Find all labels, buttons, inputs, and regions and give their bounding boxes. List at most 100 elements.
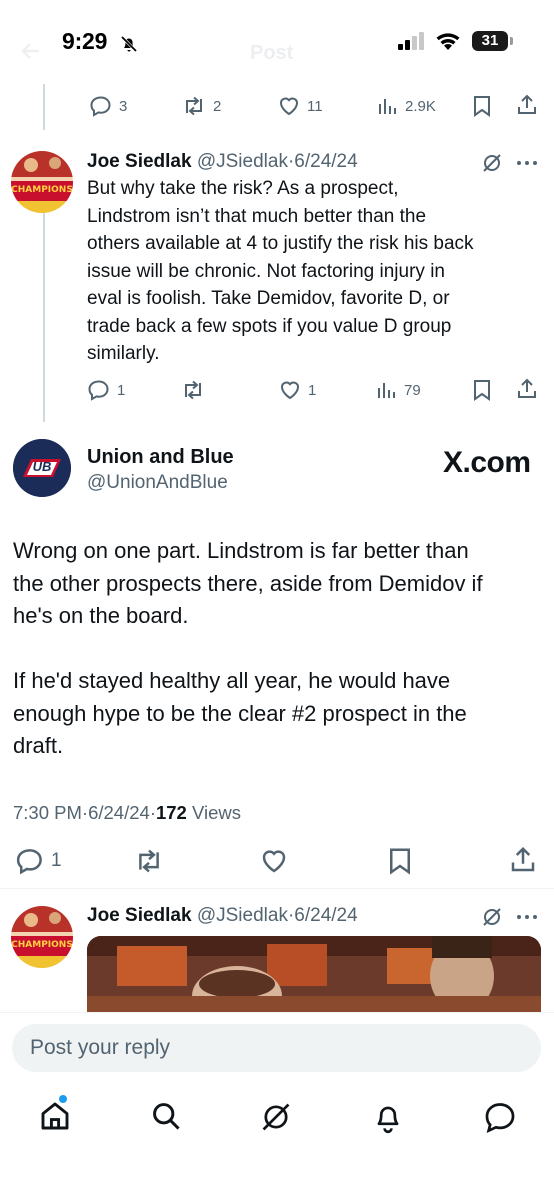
- grok-icon[interactable]: [481, 152, 503, 174]
- wifi-icon: [435, 31, 461, 51]
- text-line: eval is foolish. Take Demidov, favorite …: [87, 288, 450, 309]
- views-action[interactable]: 2.9K: [377, 94, 436, 118]
- reply-action[interactable]: 1: [15, 846, 62, 876]
- avatar-text: CHAMPIONS: [11, 185, 73, 195]
- status-time: 9:29: [62, 28, 108, 54]
- text-line: issue will be chronic. Not factoring inj…: [87, 260, 445, 282]
- grok-icon[interactable]: [481, 906, 503, 928]
- more-options-icon[interactable]: [516, 914, 538, 920]
- views-action[interactable]: 79: [376, 378, 421, 402]
- views-count: 79: [404, 381, 421, 399]
- notifications-icon[interactable]: [372, 1100, 404, 1134]
- share-button[interactable]: [508, 845, 538, 875]
- reply-header: Joe Siedlak @JSiedlak·6/24/24: [87, 904, 358, 928]
- battery-cap: [510, 37, 513, 45]
- reply-count: 1: [51, 850, 62, 871]
- source-watermark: X.com: [443, 446, 531, 479]
- bookmark-button[interactable]: [471, 94, 493, 118]
- home-icon[interactable]: [37, 1098, 73, 1134]
- thread-line: [43, 200, 45, 422]
- views-icon: [379, 99, 396, 114]
- views-icon: [378, 383, 395, 398]
- author-name[interactable]: Joe Siedlak: [87, 905, 192, 926]
- search-icon[interactable]: [150, 1100, 182, 1132]
- views-count: 2.9K: [405, 97, 436, 115]
- views-count: 172: [155, 802, 187, 823]
- author-name[interactable]: Union and Blue: [87, 446, 234, 469]
- reply-body: But why take the risk? As a prospect, Li…: [87, 175, 547, 368]
- post-meta: 7:30 PM·6/24/24·172 Views: [13, 802, 241, 824]
- share-icon: [518, 378, 536, 398]
- reply-count: 3: [119, 97, 128, 115]
- avatar[interactable]: UB: [13, 439, 71, 497]
- post-date: 6/24/24: [88, 802, 150, 823]
- repost-button[interactable]: [133, 846, 165, 876]
- repost-icon: [186, 96, 202, 116]
- bookmark-icon: [474, 380, 490, 401]
- share-button[interactable]: [515, 93, 539, 117]
- avatar[interactable]: CHAMPIONS: [11, 151, 73, 213]
- silent-mode-icon: [119, 34, 139, 54]
- bookmark-icon: [390, 848, 410, 875]
- text-line: Lindstrom isn’t that much better than th…: [87, 205, 427, 227]
- text-line: he's on the board.: [13, 603, 189, 628]
- like-count: 11: [307, 97, 323, 115]
- more-options-icon[interactable]: [516, 160, 538, 166]
- divider: [0, 1012, 554, 1013]
- repost-action[interactable]: [180, 378, 212, 402]
- battery-indicator: 31: [472, 31, 508, 51]
- like-count: 1: [308, 381, 317, 399]
- signal-icon: [398, 32, 426, 50]
- author-name[interactable]: Joe Siedlak: [87, 151, 192, 172]
- text-line: But why take the risk? As a prospect,: [87, 178, 399, 199]
- views-label[interactable]: Views: [192, 802, 241, 823]
- reply-action[interactable]: 1: [87, 378, 125, 402]
- share-button[interactable]: [515, 377, 539, 401]
- like-action[interactable]: 11: [277, 94, 323, 118]
- comment-icon: [88, 380, 109, 401]
- notification-dot: [59, 1095, 67, 1103]
- divider: [0, 888, 554, 889]
- text-line: the other prospects there, aside from De…: [13, 570, 483, 596]
- share-icon: [518, 94, 536, 114]
- text-line: enough hype to be the clear #2 prospect …: [13, 700, 467, 726]
- comment-icon: [16, 849, 42, 875]
- messages-icon[interactable]: [483, 1101, 517, 1133]
- like-action[interactable]: 1: [278, 378, 316, 402]
- reply-action[interactable]: 3: [89, 94, 127, 118]
- text-line: If he'd stayed healthy all year, he woul…: [13, 668, 451, 693]
- back-arrow-icon[interactable]: [20, 40, 42, 62]
- post-date: 6/24/24: [294, 151, 358, 172]
- bookmark-icon: [474, 96, 490, 117]
- repost-icon: [139, 849, 159, 873]
- repost-count: 2: [213, 97, 222, 115]
- grok-tab-icon[interactable]: [259, 1100, 293, 1134]
- author-handle[interactable]: @JSiedlak: [197, 905, 288, 926]
- text-line: others available at 4 to justify the ris…: [87, 233, 474, 254]
- heart-icon: [262, 850, 286, 873]
- media-image[interactable]: [87, 936, 541, 1012]
- share-icon: [511, 846, 535, 872]
- avatar-text: CHAMPIONS: [11, 940, 73, 950]
- reply-header: Joe Siedlak @JSiedlak·6/24/24: [87, 150, 358, 174]
- bookmark-button[interactable]: [471, 378, 493, 402]
- author-handle[interactable]: @UnionAndBlue: [87, 472, 228, 494]
- heart-icon: [280, 381, 300, 400]
- header-title: Post: [250, 42, 294, 64]
- heart-icon: [279, 97, 299, 116]
- like-button[interactable]: [259, 846, 289, 876]
- repost-icon: [185, 380, 201, 400]
- text-line: [13, 633, 548, 666]
- text-line: trade back a few spots if you value D gr…: [87, 315, 452, 337]
- reply-count: 1: [117, 381, 126, 399]
- avatar[interactable]: CHAMPIONS: [11, 906, 73, 968]
- author-handle[interactable]: @JSiedlak: [197, 151, 288, 172]
- post-date: 6/24/24: [294, 905, 358, 926]
- reply-input[interactable]: Post your reply: [12, 1024, 541, 1072]
- bookmark-button[interactable]: [386, 846, 414, 876]
- text-line: similarly.: [87, 343, 160, 364]
- text-line: Wrong on one part. Lindstrom is far bett…: [13, 538, 469, 563]
- text-line: draft.: [13, 733, 64, 758]
- repost-action[interactable]: 2: [181, 94, 221, 118]
- post-body: Wrong on one part. Lindstrom is far bett…: [13, 535, 548, 763]
